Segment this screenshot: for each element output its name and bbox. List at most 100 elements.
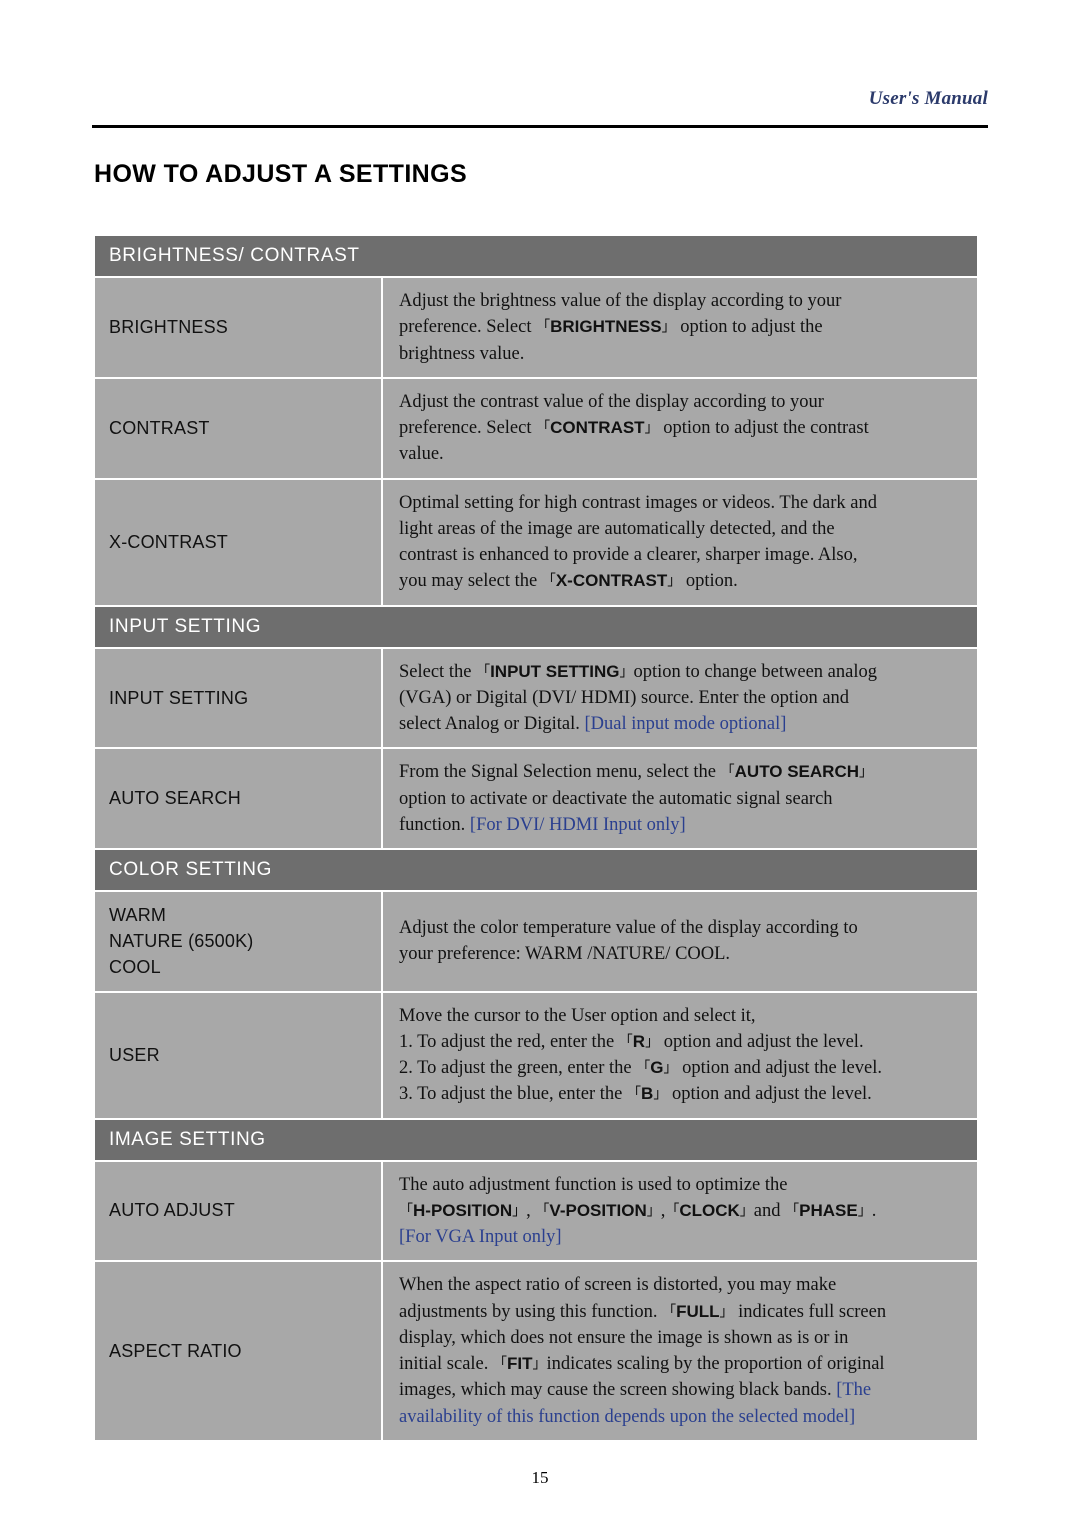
desc-text: adjustments by using this function. — [399, 1301, 663, 1322]
desc-line: initial scale. 「FIT」indicates scaling by… — [399, 1351, 961, 1377]
row-desc-color-temp: Adjust the color temperature value of th… — [383, 892, 977, 991]
desc-text: option to change between analog — [633, 661, 877, 682]
desc-line: (VGA) or Digital (DVI/ HDMI) source. Ent… — [399, 687, 850, 708]
desc-text: . — [871, 1200, 877, 1221]
bracket-close-icon: 」 — [645, 1033, 660, 1050]
desc-text: 1. To adjust the red, enter the — [399, 1031, 619, 1052]
desc-line: display, which does not ensure the image… — [399, 1327, 849, 1348]
label-line-nature: NATURE (6500K) — [109, 931, 254, 952]
table-section-header-row: BRIGHTNESS/ CONTRAST — [95, 236, 977, 276]
desc-note: [Dual input mode optional] — [584, 714, 787, 735]
table-section-header-row: IMAGE SETTING — [95, 1119, 977, 1160]
bracket-open-icon: 「 — [662, 1303, 677, 1320]
row-desc-user: Move the cursor to the User option and s… — [383, 992, 977, 1118]
bracket-open-icon: 「 — [399, 1202, 413, 1219]
bracket-open-icon: 「 — [720, 764, 735, 781]
bracket-close-icon: 」 — [859, 764, 874, 781]
label-line-warm: WARM — [109, 905, 167, 926]
row-desc-contrast: Adjust the contrast value of the display… — [383, 378, 977, 478]
desc-text: select Analog or Digital. — [399, 714, 585, 735]
row-desc-auto-search: From the Signal Selection menu, select t… — [383, 749, 977, 849]
table-row: WARM NATURE (6500K) COOL Adjust the colo… — [95, 892, 977, 991]
document-page: User's Manual HOW TO ADJUST A SETTINGS B… — [0, 0, 1080, 1528]
bracket-close-icon: 」 — [739, 1202, 754, 1219]
desc-note: [For DVI/ HDMI Input only] — [469, 814, 686, 835]
label-line-cool: COOL — [109, 957, 161, 978]
table-row: ASPECT RATIO When the aspect ratio of sc… — [95, 1262, 977, 1440]
row-label-input-setting: INPUT SETTING — [95, 648, 381, 748]
desc-text: you may select the — [399, 571, 542, 592]
row-label-aspect-ratio: ASPECT RATIO — [95, 1262, 381, 1440]
desc-line: 2. To adjust the green, enter the 「G」 op… — [399, 1055, 961, 1081]
desc-line: preference. Select 「BRIGHTNESS」 option t… — [399, 314, 961, 340]
bracket-open-icon: 「 — [785, 1202, 800, 1219]
desc-term: X-CONTRAST — [555, 571, 668, 591]
desc-text: preference. Select — [399, 317, 537, 338]
bracket-close-icon: 」 — [619, 663, 634, 680]
bracket-close-icon: 」 — [653, 1086, 668, 1103]
bracket-close-icon: 」 — [512, 1202, 527, 1219]
desc-line: option to activate or deactivate the aut… — [399, 788, 833, 809]
table-row: INPUT SETTING Select the 「INPUT SETTING」… — [95, 648, 977, 748]
desc-line: The auto adjustment function is used to … — [399, 1174, 788, 1195]
table-row: USER Move the cursor to the User option … — [95, 992, 977, 1118]
bracket-open-icon: 「 — [665, 1202, 680, 1219]
desc-line: Adjust the brightness value of the displ… — [399, 291, 842, 311]
desc-line: From the Signal Selection menu, select t… — [399, 759, 961, 785]
desc-text: 2. To adjust the green, enter the — [399, 1058, 637, 1079]
desc-line: your preference: WARM /NATURE/ COOL. — [399, 944, 731, 965]
bracket-close-icon: 」 — [532, 1356, 547, 1373]
row-label-auto-adjust: AUTO ADJUST — [95, 1161, 381, 1261]
bracket-close-icon: 」 — [663, 1060, 678, 1077]
desc-text: option and adjust the level. — [667, 1084, 872, 1105]
desc-term: R — [632, 1031, 646, 1051]
desc-term: FULL — [676, 1301, 720, 1321]
desc-line: Adjust the color temperature value of th… — [399, 918, 858, 939]
bracket-close-icon: 」 — [857, 1202, 872, 1219]
desc-line: brightness value. — [399, 343, 525, 364]
row-desc-aspect-ratio: When the aspect ratio of screen is disto… — [383, 1262, 977, 1440]
desc-text: option. — [681, 571, 738, 592]
desc-line: Optimal setting for high contrast images… — [399, 492, 877, 513]
desc-text: and — [753, 1200, 781, 1221]
desc-line: availability of this function depends up… — [399, 1404, 961, 1430]
bracket-open-icon: 「 — [535, 1202, 550, 1219]
desc-line: Adjust the contrast value of the display… — [399, 391, 824, 412]
page-number: 15 — [531, 1468, 549, 1487]
bracket-open-icon: 「 — [541, 573, 556, 590]
manual-title: User's Manual — [868, 88, 988, 109]
desc-text: preference. Select — [399, 418, 537, 439]
desc-line: 「H-POSITION」, 「V-POSITION」,「CLOCK」and 「P… — [399, 1198, 961, 1224]
page-title: HOW TO ADJUST A SETTINGS — [94, 160, 468, 188]
desc-line: you may select the 「X-CONTRAST」 option. — [399, 568, 961, 594]
row-label-user: USER — [95, 992, 381, 1118]
desc-line: preference. Select 「CONTRAST」 option to … — [399, 415, 961, 441]
desc-line: contrast is enhanced to provide a cleare… — [399, 545, 858, 566]
bracket-close-icon: 」 — [646, 1202, 661, 1219]
bracket-close-icon: 」 — [661, 319, 676, 336]
bracket-open-icon: 「 — [636, 1060, 651, 1077]
desc-term: PHASE — [799, 1200, 858, 1220]
desc-text: From the Signal Selection menu, select t… — [399, 762, 721, 783]
section-heading-input-setting: INPUT SETTING — [95, 606, 977, 647]
section-heading-image-setting: IMAGE SETTING — [95, 1119, 977, 1160]
desc-term: G — [650, 1058, 664, 1078]
desc-line: images, which may cause the screen showi… — [399, 1377, 961, 1403]
table-row: AUTO ADJUST The auto adjustment function… — [95, 1161, 977, 1261]
desc-line: light areas of the image are automatical… — [399, 518, 835, 539]
row-desc-auto-adjust: The auto adjustment function is used to … — [383, 1161, 977, 1261]
desc-term: V-POSITION — [549, 1200, 647, 1220]
desc-text: option and adjust the level. — [677, 1058, 882, 1079]
table-row: CONTRAST Adjust the contrast value of th… — [95, 378, 977, 478]
desc-term: AUTO SEARCH — [734, 762, 860, 782]
table-section-header-row: INPUT SETTING — [95, 606, 977, 647]
desc-line: adjustments by using this function. 「FUL… — [399, 1299, 961, 1325]
label-multiline: WARM NATURE (6500K) COOL — [109, 902, 381, 980]
desc-term: BRIGHTNESS — [550, 317, 662, 337]
desc-line: value. — [399, 444, 444, 465]
table-row: BRIGHTNESS Adjust the brightness value o… — [95, 278, 977, 377]
desc-term: INPUT SETTING — [490, 661, 620, 681]
desc-line: select Analog or Digital. [Dual input mo… — [399, 711, 961, 737]
table-row: X-CONTRAST Optimal setting for high cont… — [95, 479, 977, 605]
bracket-open-icon: 「 — [618, 1033, 633, 1050]
